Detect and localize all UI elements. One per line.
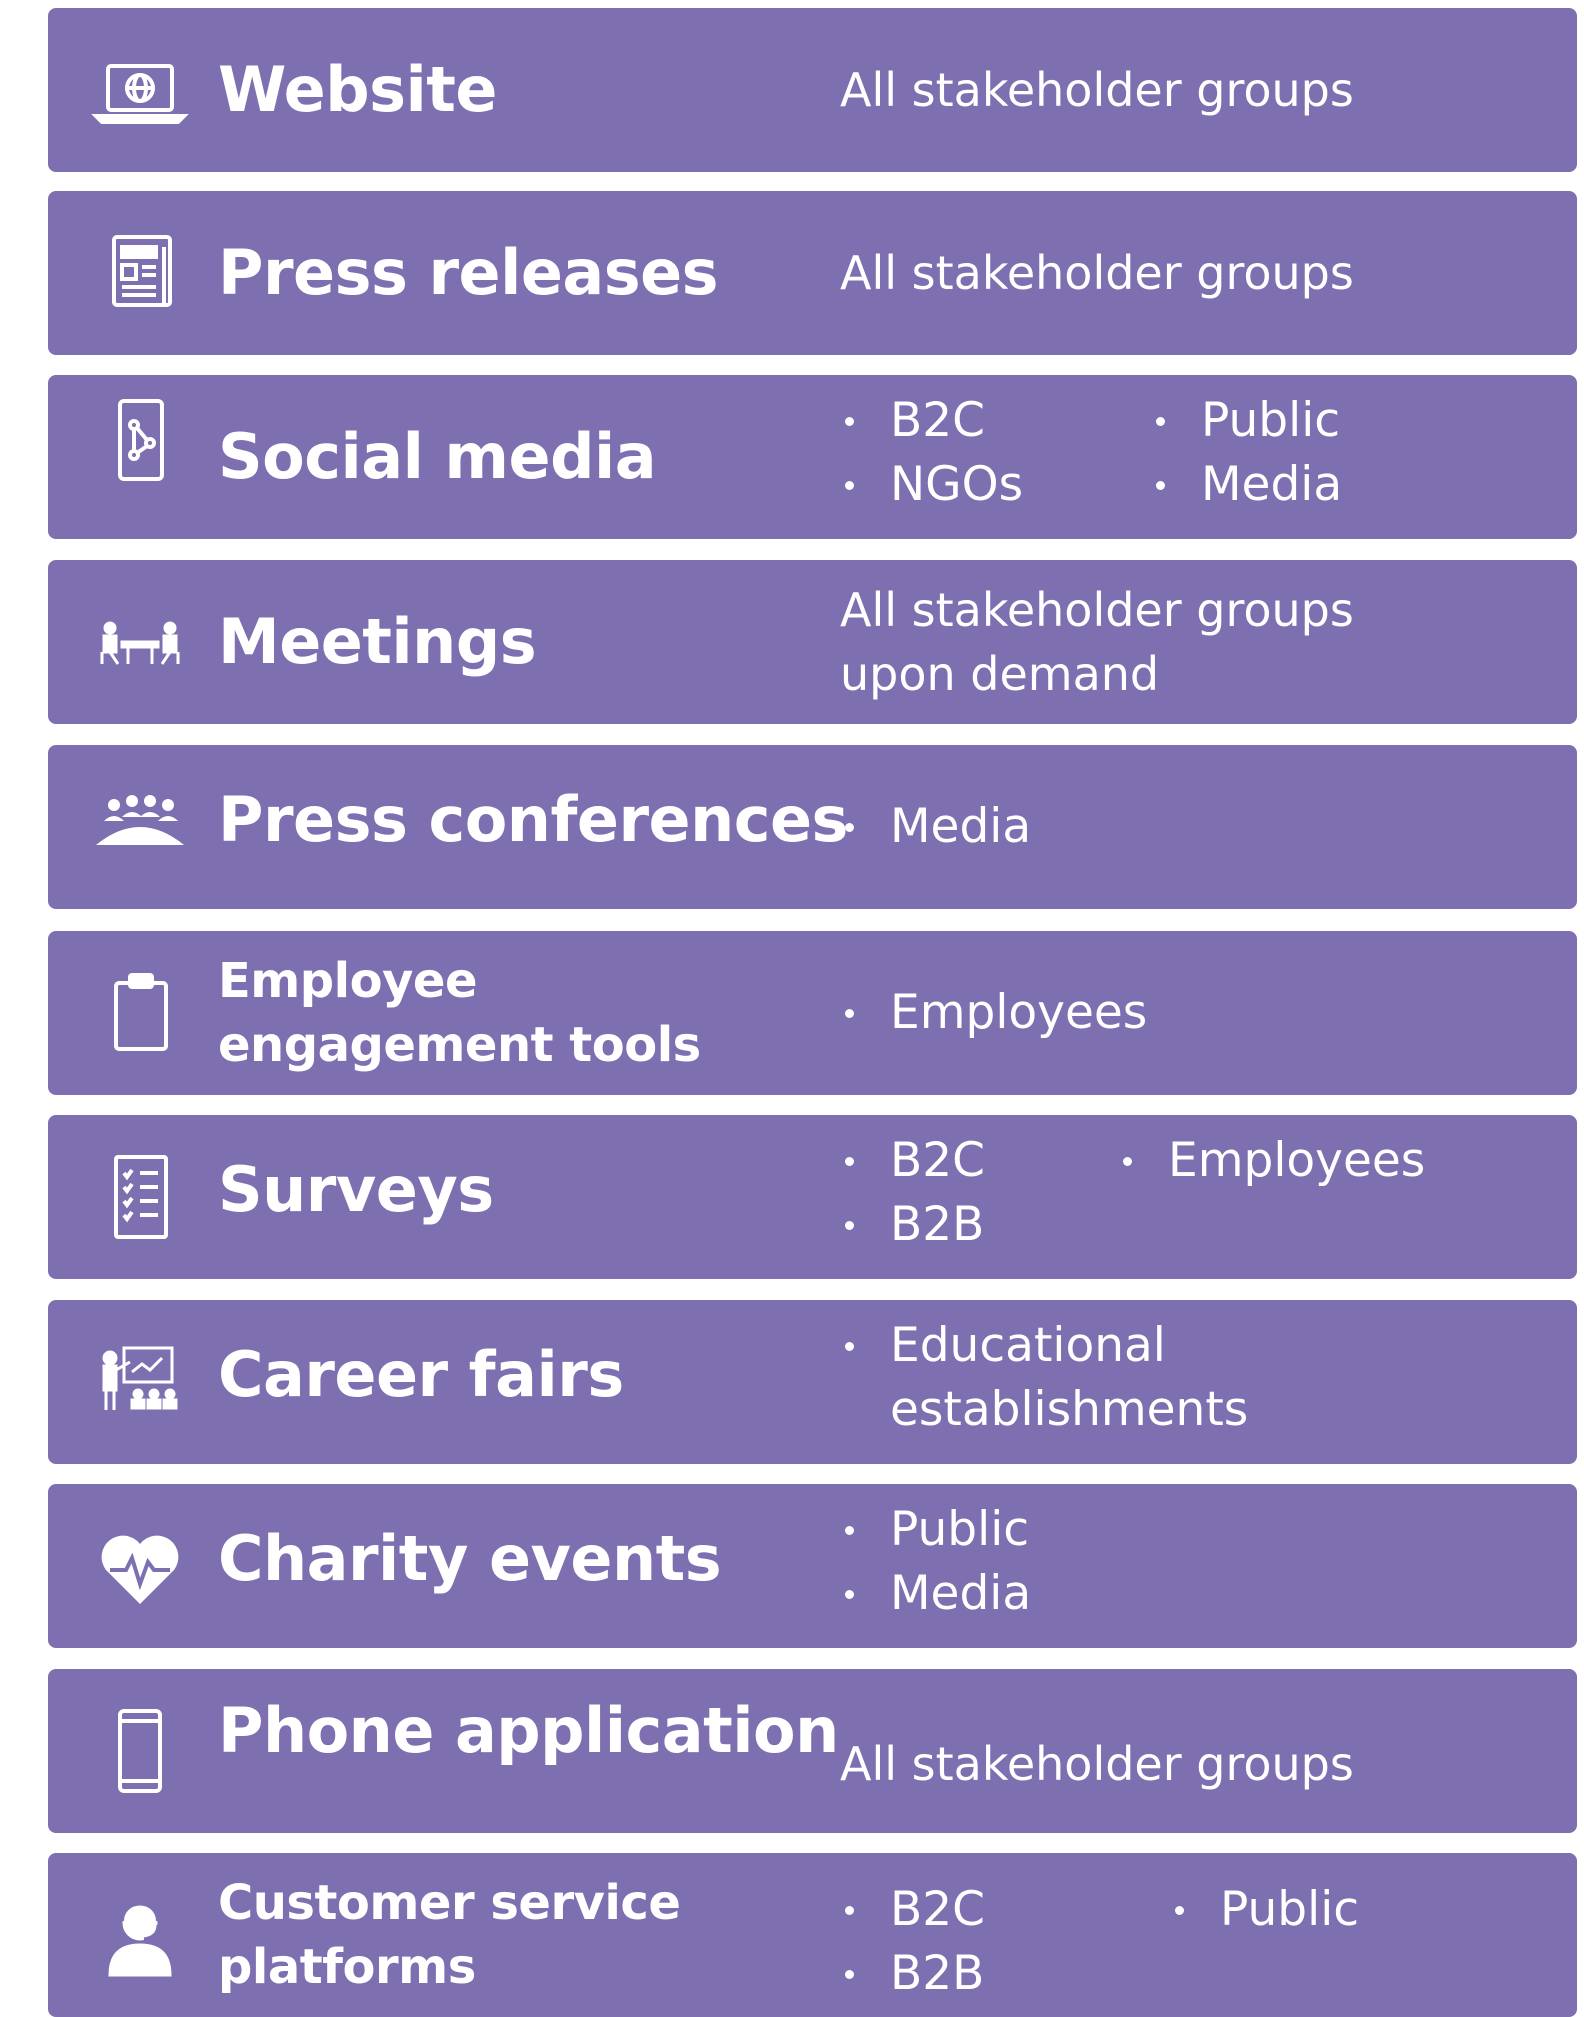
presentation-icon xyxy=(88,1338,192,1426)
audience-list: Public xyxy=(1170,1878,1359,1942)
checklist-icon xyxy=(88,1153,192,1241)
audience-item: B2B xyxy=(840,1942,985,2006)
audience-list: Educational establishments xyxy=(840,1314,1248,1442)
audience-text-line: All stakeholder groups xyxy=(840,583,1354,637)
audience-item: Employees xyxy=(1118,1129,1425,1193)
audience-item: Public xyxy=(1170,1878,1359,1942)
channel-row-customer-service-platforms: Customer service platforms B2C B2B Publi… xyxy=(48,1853,1577,2017)
channel-title-line: Customer service xyxy=(218,1875,681,1931)
audience-text-line: upon demand xyxy=(840,647,1160,701)
channel-title: Meetings xyxy=(218,605,537,678)
audience-item: B2C xyxy=(840,389,1023,453)
channel-row-website: Website All stakeholder groups xyxy=(48,8,1577,172)
audience-item: Media xyxy=(1151,453,1342,517)
smartphone-icon xyxy=(88,1707,192,1795)
audience-item: Public xyxy=(1151,389,1342,453)
newspaper-icon xyxy=(88,229,192,317)
phone-network-icon xyxy=(88,397,192,485)
audience-item: Media xyxy=(840,795,1031,859)
channel-title: Customer service platforms xyxy=(218,1871,681,1999)
audience-item: Employees xyxy=(840,981,1147,1045)
audience-list: Employees xyxy=(840,981,1147,1045)
audience-text: All stakeholder groups upon demand xyxy=(840,578,1354,706)
audience-item: B2C xyxy=(840,1129,985,1193)
channel-row-press-releases: Press releases All stakeholder groups xyxy=(48,191,1577,355)
channel-title-line: platforms xyxy=(218,1939,476,1995)
audience-list: B2C B2B xyxy=(840,1129,985,1257)
channel-title: Charity events xyxy=(218,1522,722,1596)
audience-item: Public xyxy=(840,1498,1031,1562)
channel-row-social-media: Social media B2C NGOs Public Media xyxy=(48,375,1577,539)
audience-item: Media xyxy=(840,1562,1031,1626)
channel-row-charity-events: Charity events Public Media xyxy=(48,1484,1577,1648)
channel-row-career-fairs: Career fairs Educational establishments xyxy=(48,1300,1577,1464)
headset-agent-icon xyxy=(88,1889,192,1977)
channel-row-phone-application: Phone application All stakeholder groups xyxy=(48,1669,1577,1833)
audience-text: All stakeholder groups xyxy=(840,246,1354,300)
audience-list: Media xyxy=(840,795,1031,859)
laptop-globe-icon xyxy=(88,46,192,134)
audience-list: Employees xyxy=(1118,1129,1425,1193)
channel-title: Surveys xyxy=(218,1153,494,1227)
channel-title: Career fairs xyxy=(218,1338,624,1412)
channel-title: Press conferences xyxy=(218,783,848,857)
audience-icon xyxy=(88,783,192,871)
audience-item-line: establishments xyxy=(890,1382,1249,1437)
meeting-table-icon xyxy=(88,598,192,686)
channel-title: Employee engagement tools xyxy=(218,949,701,1077)
heart-pulse-icon xyxy=(88,1522,192,1610)
channel-row-meetings: Meetings All stakeholder groups upon dem… xyxy=(48,560,1577,724)
audience-item: NGOs xyxy=(840,453,1023,517)
channel-title: Phone application xyxy=(218,1694,839,1768)
channel-title: Website xyxy=(218,53,497,126)
audience-text: All stakeholder groups xyxy=(840,63,1354,117)
channel-row-surveys: Surveys B2C B2B Employees xyxy=(48,1115,1577,1279)
audience-item-line: Educational xyxy=(890,1318,1166,1373)
audience-text: All stakeholder groups xyxy=(840,1737,1354,1792)
audience-list: Public Media xyxy=(1151,389,1342,517)
audience-item: Educational establishments xyxy=(840,1314,1248,1442)
audience-item: B2C xyxy=(840,1878,985,1942)
clipboard-icon xyxy=(88,969,192,1057)
audience-list: B2C NGOs xyxy=(840,389,1023,517)
channel-row-press-conferences: Press conferences Media xyxy=(48,745,1577,909)
channel-title: Press releases xyxy=(218,236,719,309)
channel-title-line: engagement tools xyxy=(218,1017,701,1073)
audience-list: Public Media xyxy=(840,1498,1031,1626)
channel-row-employee-engagement-tools: Employee engagement tools Employees xyxy=(48,931,1577,1095)
audience-list: B2C B2B xyxy=(840,1878,985,2006)
audience-item: B2B xyxy=(840,1193,985,1257)
channel-title-line: Employee xyxy=(218,953,477,1009)
channel-title: Social media xyxy=(218,420,657,493)
